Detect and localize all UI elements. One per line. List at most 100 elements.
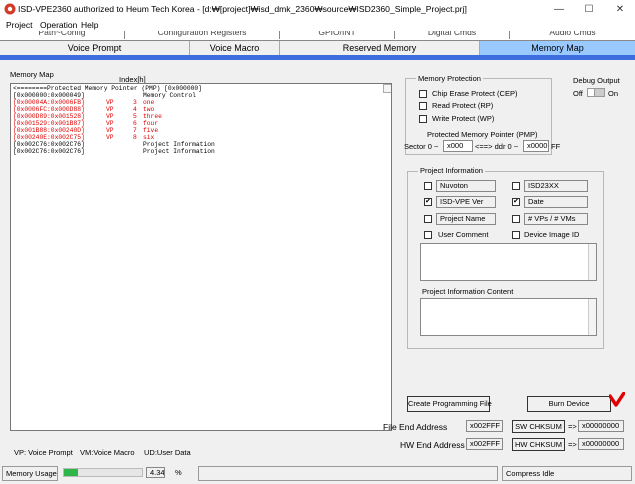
menu-project[interactable]: Project xyxy=(6,19,32,31)
memory-map-name: four xyxy=(143,120,159,127)
status-empty-cell xyxy=(198,466,498,481)
window-title: ISD-VPE2360 authorized to Heum Tech Kore… xyxy=(18,4,467,14)
memory-protection-title: Memory Protection xyxy=(416,74,483,83)
vps-vms-checkbox[interactable] xyxy=(512,215,520,223)
memory-map-addr: [0x001529:0x001B87] xyxy=(13,120,85,127)
memory-map-type: VP xyxy=(106,99,114,106)
tab-memory-map[interactable]: Memory Map xyxy=(480,41,635,55)
tab-row-lower: Voice Prompt Voice Macro Reserved Memory… xyxy=(0,41,635,55)
vps-vms-field[interactable]: # VPs / # VMs xyxy=(524,213,588,225)
memory-map-addr: [0x002C76:0x002C76] xyxy=(13,141,85,148)
project-info-content-textarea[interactable] xyxy=(420,298,597,336)
memory-map-label: Memory Map xyxy=(10,70,54,79)
memory-map-type: VP xyxy=(106,120,114,127)
project-info-content-label: Project Information Content xyxy=(422,287,514,296)
menu-bar: Project Operation Help xyxy=(0,19,635,31)
sw-chksum-value: x00000000 xyxy=(578,420,624,432)
tab-voice-macro[interactable]: Voice Macro xyxy=(190,41,280,55)
isd-vpe-ver-checkbox[interactable]: ✔ xyxy=(424,198,432,206)
sw-chksum-button[interactable]: SW CHKSUM xyxy=(512,420,565,433)
red-checkmark-icon xyxy=(609,392,625,407)
memory-map-name: Project Information xyxy=(143,141,215,148)
memory-map-type: VP xyxy=(106,134,114,141)
write-protect-checkbox[interactable] xyxy=(419,115,427,123)
burn-device-button[interactable]: Burn Device xyxy=(527,396,611,412)
memory-map-index: 3 xyxy=(133,99,137,106)
memory-usage-percent: % xyxy=(175,468,182,477)
write-protect-label: Write Protect (WP) xyxy=(432,114,495,123)
isd23xx-field[interactable]: ISD23XX xyxy=(524,180,588,192)
tab-row-upper: Path~Config Configuration Registers GPIO… xyxy=(0,31,635,41)
legend-ud: UD:User Data xyxy=(144,448,191,457)
hw-end-address-label: HW End Address xyxy=(400,440,465,450)
isd-vpe-ver-field[interactable]: ISD-VPE Ver xyxy=(436,196,496,208)
maximize-button[interactable]: ☐ xyxy=(574,0,604,19)
debug-output-toggle[interactable] xyxy=(587,88,605,97)
memory-map-name: six xyxy=(143,134,155,141)
memory-map-type: VP xyxy=(106,113,114,120)
memory-map-type: VP xyxy=(106,106,114,113)
memory-map-addr: [0x000000:0x000049] xyxy=(13,92,85,99)
tab-accent-bar xyxy=(0,55,635,60)
hw-chksum-button[interactable]: HW CHKSUM xyxy=(512,438,565,451)
close-button[interactable]: ✕ xyxy=(605,0,635,19)
device-image-id-checkbox[interactable] xyxy=(512,231,520,239)
hw-chksum-arrow: => xyxy=(568,440,577,449)
chip-erase-checkbox[interactable] xyxy=(419,90,427,98)
memory-map-name: five xyxy=(143,127,159,134)
create-programming-file-button[interactable]: Create Programming File xyxy=(407,396,492,412)
list-scroll-up-icon[interactable] xyxy=(383,84,391,93)
pmp-label: Protected Memory Pointer (PMP) xyxy=(427,130,538,139)
memory-map-name: Project Information xyxy=(143,148,215,155)
user-comment-checkbox[interactable] xyxy=(424,231,432,239)
sector-label: Sector 0 ~ xyxy=(404,142,439,151)
status-bar: Memory Usage 4.34 % Compress Idle xyxy=(0,464,635,484)
device-image-id-label: Device Image ID xyxy=(524,230,580,239)
date-field[interactable]: Date xyxy=(524,196,588,208)
nuvoton-field[interactable]: Nuvoton xyxy=(436,180,496,192)
menu-operation[interactable]: Operation xyxy=(40,19,77,31)
memory-map-name: Memory Control xyxy=(143,92,196,99)
memory-map-index: 4 xyxy=(133,106,137,113)
address-input[interactable]: x0000 xyxy=(523,140,549,152)
toggle-knob xyxy=(588,89,595,96)
memory-map-index: 7 xyxy=(133,127,137,134)
app-logo-icon xyxy=(4,3,16,15)
file-end-address-value[interactable]: x002FFF xyxy=(466,420,503,432)
user-comment-textarea[interactable] xyxy=(420,243,597,281)
user-comment-label: User Comment xyxy=(438,230,489,239)
memory-usage-value: 4.34 xyxy=(146,467,165,478)
memory-map-list[interactable]: <========Protected Memory Pointer (PMP) … xyxy=(10,83,392,431)
hw-chksum-value: x00000000 xyxy=(578,438,624,450)
minimize-button[interactable]: — xyxy=(544,0,574,19)
legend-vp: VP: Voice Prompt xyxy=(14,448,73,457)
file-end-address-label: File End Address xyxy=(383,422,448,432)
sector-arrow-label: <==> ddr 0 ~ xyxy=(475,142,519,151)
hw-end-address-value[interactable]: x002FFF xyxy=(466,438,503,450)
tab-digital-cmds[interactable]: Digital Cmds xyxy=(395,31,510,39)
menu-help[interactable]: Help xyxy=(81,19,98,31)
comment-scrollbar[interactable] xyxy=(588,244,596,280)
sector-input[interactable]: x000 xyxy=(443,140,473,152)
nuvoton-checkbox[interactable] xyxy=(424,182,432,190)
tab-voice-prompt[interactable]: Voice Prompt xyxy=(0,41,190,55)
content-scrollbar[interactable] xyxy=(588,299,596,335)
tab-configuration-registers[interactable]: Configuration Registers xyxy=(125,31,280,39)
memory-usage-label: Memory Usage xyxy=(6,469,57,478)
read-protect-label: Read Protect (RP) xyxy=(432,101,494,110)
memory-map-index: 5 xyxy=(133,113,137,120)
project-name-field[interactable]: Project Name xyxy=(436,213,496,225)
date-checkbox[interactable]: ✔ xyxy=(512,198,520,206)
memory-usage-cell: Memory Usage xyxy=(2,466,58,481)
tab-reserved-memory[interactable]: Reserved Memory xyxy=(280,41,480,55)
read-protect-checkbox[interactable] xyxy=(419,102,427,110)
isd23xx-checkbox[interactable] xyxy=(512,182,520,190)
memory-map-addr: [0x00240E:0x002C75] xyxy=(13,134,85,141)
ff-label: FF xyxy=(551,142,561,151)
tab-audio-cmds[interactable]: Audio Cmds xyxy=(510,31,635,39)
project-name-checkbox[interactable] xyxy=(424,215,432,223)
tab-gpio-int[interactable]: GPIO/INT xyxy=(280,31,395,39)
memory-map-name: two xyxy=(143,106,155,113)
tab-path-config[interactable]: Path~Config xyxy=(0,31,125,39)
project-information-title: Project Information xyxy=(418,166,485,175)
